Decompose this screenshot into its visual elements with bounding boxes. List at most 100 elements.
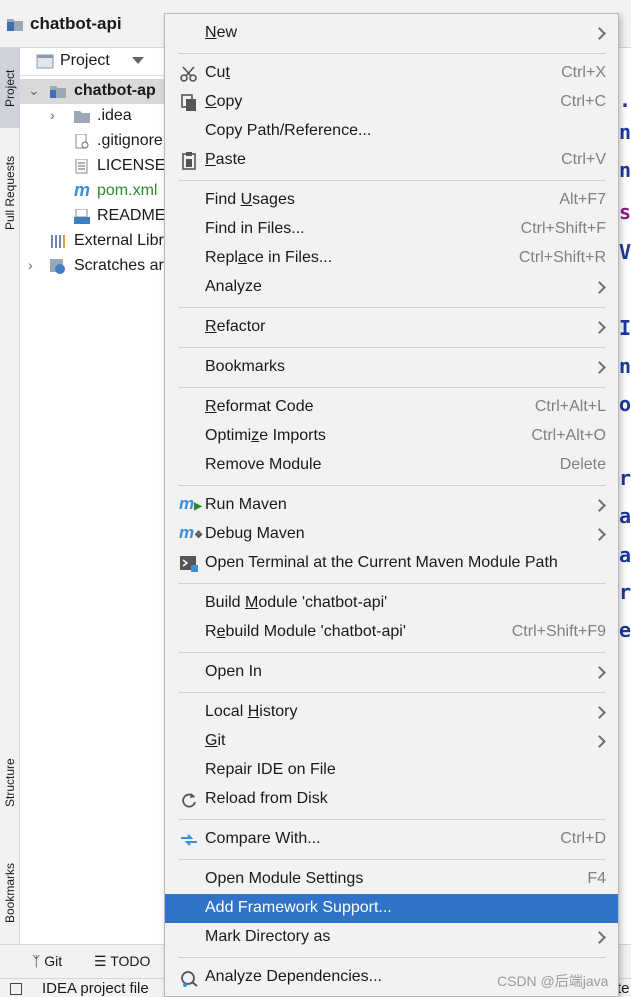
git-tool-tab[interactable]: ᛉ Git <box>32 953 62 969</box>
code-fragment: ro <box>619 580 631 604</box>
menu-item-shortcut: Ctrl+Shift+F9 <box>511 623 606 640</box>
todo-tab-label: TODO <box>110 953 151 969</box>
terminal-icon <box>180 556 198 572</box>
project-folder-icon <box>7 19 23 31</box>
chevron-right-icon[interactable]: › <box>50 107 55 123</box>
menu-item-label: Remove Module <box>205 456 322 473</box>
submenu-arrow-icon <box>593 27 606 40</box>
menu-item-cut[interactable]: Cut Ctrl+X <box>165 59 618 88</box>
menu-item-label: Open In <box>205 663 262 680</box>
menu-item-debug-maven[interactable]: m❖ Debug Maven <box>165 520 618 549</box>
menu-item-label: Copy <box>205 93 243 110</box>
menu-separator <box>178 957 606 958</box>
submenu-arrow-icon <box>593 499 606 512</box>
text-file-icon <box>75 159 88 174</box>
menu-item-build-module[interactable]: Build Module 'chatbot-api' <box>165 589 618 618</box>
menu-item-remove-module[interactable]: Remove Module Delete <box>165 451 618 480</box>
submenu-arrow-icon <box>593 361 606 374</box>
compare-icon <box>181 834 197 846</box>
menu-item-shortcut: Alt+F7 <box>559 191 606 208</box>
menu-item-label: Reformat Code <box>205 398 314 415</box>
folder-icon <box>74 111 90 123</box>
pull-requests-tab-label: Pull Requests <box>3 155 17 231</box>
menu-item-shortcut: Ctrl+C <box>560 93 606 110</box>
menu-separator <box>178 652 606 653</box>
menu-item-label: Analyze <box>205 278 262 295</box>
submenu-arrow-icon <box>593 931 606 944</box>
menu-item-bookmarks[interactable]: Bookmarks <box>165 353 618 382</box>
submenu-arrow-icon <box>593 281 606 294</box>
library-icon <box>51 235 65 248</box>
menu-item-add-framework-support[interactable]: Add Framework Support... <box>165 894 618 923</box>
menu-item-copy-path[interactable]: Copy Path/Reference... <box>165 117 618 146</box>
menu-item-shortcut: Ctrl+V <box>561 151 606 168</box>
structure-tool-tab[interactable]: Structure <box>0 738 20 828</box>
menu-separator <box>178 485 606 486</box>
menu-item-open-terminal[interactable]: Open Terminal at the Current Maven Modul… <box>165 549 618 578</box>
menu-item-find-usages[interactable]: Find Usages Alt+F7 <box>165 186 618 215</box>
todo-tool-tab[interactable]: ☰ TODO <box>94 953 150 970</box>
menu-item-label: Find Usages <box>205 191 295 208</box>
chevron-down-icon[interactable]: ⌄ <box>28 82 40 99</box>
scratches-icon <box>50 259 65 274</box>
menu-item-compare-with[interactable]: Compare With... Ctrl+D <box>165 825 618 854</box>
menu-item-run-maven[interactable]: m▶ Run Maven <box>165 491 618 520</box>
menu-separator <box>178 347 606 348</box>
chevron-right-icon[interactable]: › <box>28 257 33 273</box>
menu-item-repair-ide[interactable]: Repair IDE on File <box>165 756 618 785</box>
submenu-arrow-icon <box>593 735 606 748</box>
menu-item-rebuild-module[interactable]: Rebuild Module 'chatbot-api' Ctrl+Shift+… <box>165 618 618 647</box>
menu-item-optimize-imports[interactable]: Optimize Imports Ctrl+Alt+O <box>165 422 618 451</box>
bookmarks-tool-tab[interactable]: Bookmarks <box>0 843 20 943</box>
menu-item-shortcut: Ctrl+X <box>561 64 606 81</box>
submenu-arrow-icon <box>593 321 606 334</box>
menu-item-mark-directory-as[interactable]: Mark Directory as <box>165 923 618 952</box>
tree-item-label: External Libr <box>74 232 164 249</box>
tree-item-label: pom.xml <box>97 182 158 199</box>
menu-item-shortcut: Delete <box>559 456 606 473</box>
menu-item-refactor[interactable]: Refactor <box>165 313 618 342</box>
dropdown-arrow-icon[interactable] <box>132 57 144 64</box>
submenu-arrow-icon <box>593 528 606 541</box>
left-tool-strip: Project Pull Requests Structure Bookmark… <box>0 48 20 944</box>
menu-item-label: Find in Files... <box>205 220 305 237</box>
menu-item-shortcut: Ctrl+Alt+L <box>534 398 606 415</box>
toggle-tool-windows-icon[interactable] <box>10 983 22 995</box>
submenu-arrow-icon <box>593 706 606 719</box>
project-window-icon <box>36 54 54 69</box>
menu-item-shortcut: Ctrl+Alt+O <box>531 427 606 444</box>
menu-item-copy[interactable]: Copy Ctrl+C <box>165 88 618 117</box>
code-fragment: nl <box>619 120 631 144</box>
menu-item-label: Refactor <box>205 318 266 335</box>
code-fragment: Ve <box>619 240 631 264</box>
menu-item-open-in[interactable]: Open In <box>165 658 618 687</box>
menu-item-reload-from-disk[interactable]: Reload from Disk <box>165 785 618 814</box>
menu-item-git[interactable]: Git <box>165 727 618 756</box>
reload-icon <box>182 793 196 808</box>
code-fragment: Id <box>619 316 631 340</box>
code-fragment: si <box>619 200 631 224</box>
menu-item-label: Add Framework Support... <box>205 899 392 916</box>
tree-item-label: LICENSE <box>97 157 166 174</box>
code-fragment: .c <box>619 88 631 112</box>
menu-item-local-history[interactable]: Local History <box>165 698 618 727</box>
menu-item-new[interactable]: New <box>165 19 618 48</box>
maven-run-icon: m▶ <box>179 494 202 513</box>
project-tool-tab[interactable]: Project <box>0 48 20 128</box>
menu-item-find-in-files[interactable]: Find in Files... Ctrl+Shift+F <box>165 215 618 244</box>
project-view-selector[interactable]: Project <box>60 52 110 70</box>
scissors-icon <box>180 66 197 82</box>
pull-requests-tool-tab[interactable]: Pull Requests <box>0 138 20 248</box>
code-fragment: nl <box>619 158 631 182</box>
code-fragment: or <box>619 392 631 416</box>
dependencies-icon <box>181 971 198 987</box>
menu-separator <box>178 180 606 181</box>
menu-item-label: Repair IDE on File <box>205 761 336 778</box>
menu-item-analyze[interactable]: Analyze <box>165 273 618 302</box>
clipboard-icon <box>182 152 196 170</box>
menu-item-paste[interactable]: Paste Ctrl+V <box>165 146 618 175</box>
tree-item-label: README <box>97 207 166 224</box>
menu-item-open-module-settings[interactable]: Open Module Settings F4 <box>165 865 618 894</box>
menu-item-reformat-code[interactable]: Reformat Code Ctrl+Alt+L <box>165 393 618 422</box>
menu-item-replace-in-files[interactable]: Replace in Files... Ctrl+Shift+R <box>165 244 618 273</box>
